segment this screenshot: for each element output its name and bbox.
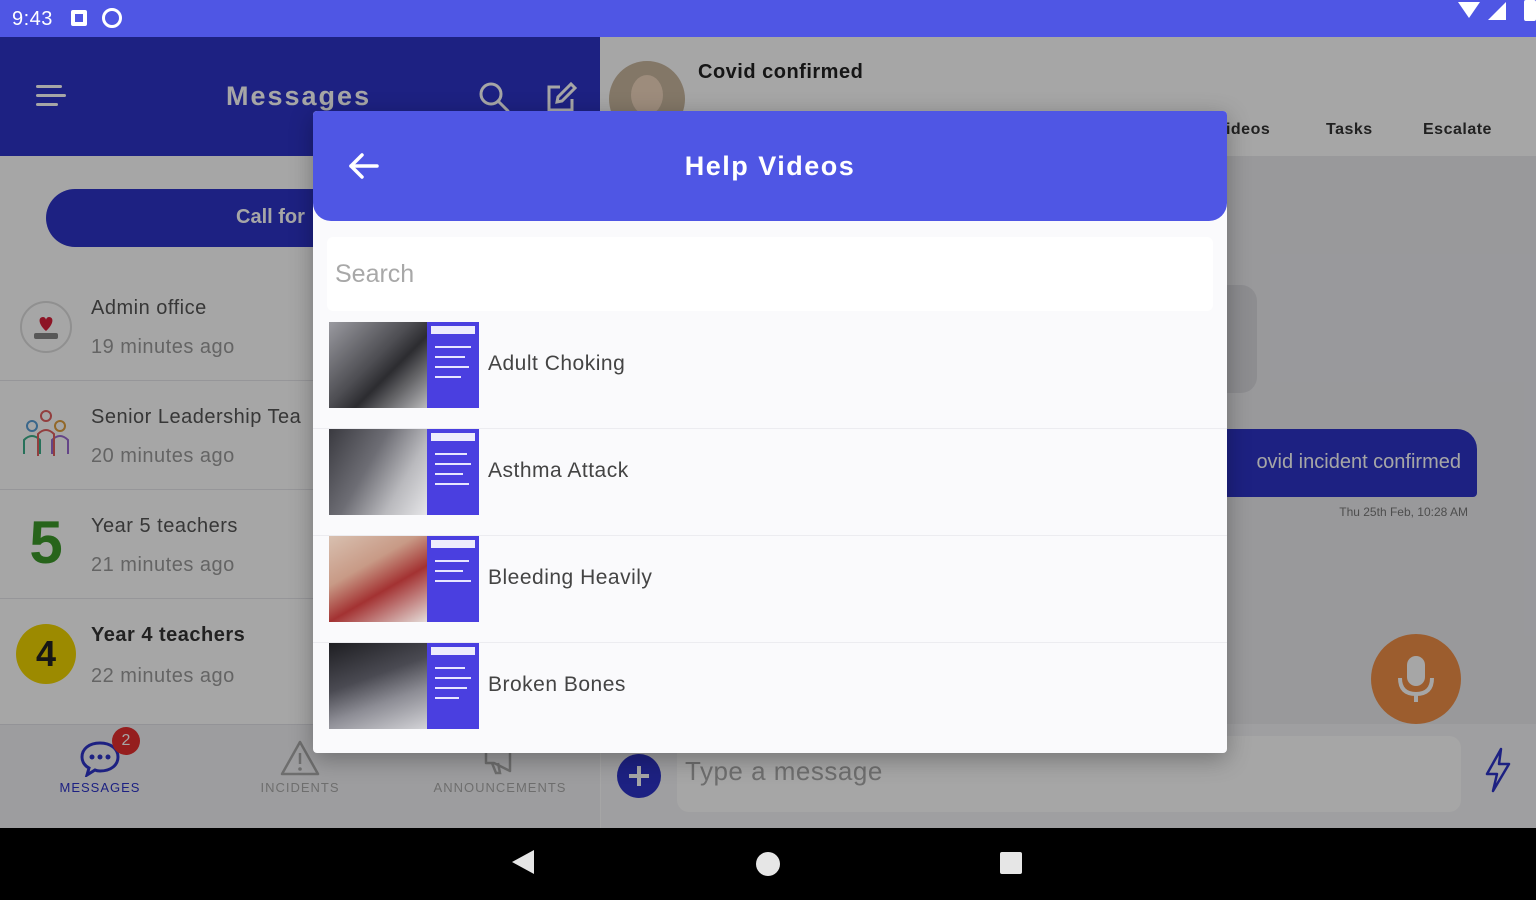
dialog-title: Help Videos xyxy=(684,151,856,181)
notification-icon xyxy=(71,10,87,26)
video-title: Broken Bones xyxy=(488,673,626,696)
video-item-asthma-attack[interactable]: Asthma Attack xyxy=(313,429,1227,536)
system-home-icon[interactable] xyxy=(756,852,780,876)
app-window: Messages Call for Admin office 19 minute… xyxy=(0,37,1536,828)
system-navigation-bar xyxy=(0,828,1536,900)
video-title: Asthma Attack xyxy=(488,459,629,482)
battery-icon xyxy=(1524,0,1536,21)
video-search-input[interactable] xyxy=(327,237,1213,311)
video-item-adult-choking[interactable]: Adult Choking xyxy=(313,322,1227,429)
dialog-header: Help Videos xyxy=(313,111,1227,221)
sync-icon xyxy=(102,8,122,28)
video-item-bleeding-heavily[interactable]: Bleeding Heavily xyxy=(313,536,1227,643)
help-videos-dialog: Help Videos Adult Choking Asthma Attack xyxy=(313,111,1227,753)
video-search-box[interactable] xyxy=(327,237,1213,311)
video-thumbnail xyxy=(329,643,479,729)
status-time: 9:43 xyxy=(12,8,53,30)
video-thumbnail xyxy=(329,322,479,408)
video-thumbnail xyxy=(329,536,479,622)
signal-icon xyxy=(1488,2,1506,20)
system-recents-icon[interactable] xyxy=(1000,852,1022,874)
video-thumbnail xyxy=(329,429,479,515)
video-title: Bleeding Heavily xyxy=(488,566,653,589)
video-item-broken-bones[interactable]: Broken Bones xyxy=(313,643,1227,750)
wifi-icon xyxy=(1458,2,1480,18)
system-back-icon[interactable] xyxy=(512,850,534,874)
status-bar: 9:43 xyxy=(0,0,1536,37)
video-title: Adult Choking xyxy=(488,352,626,375)
